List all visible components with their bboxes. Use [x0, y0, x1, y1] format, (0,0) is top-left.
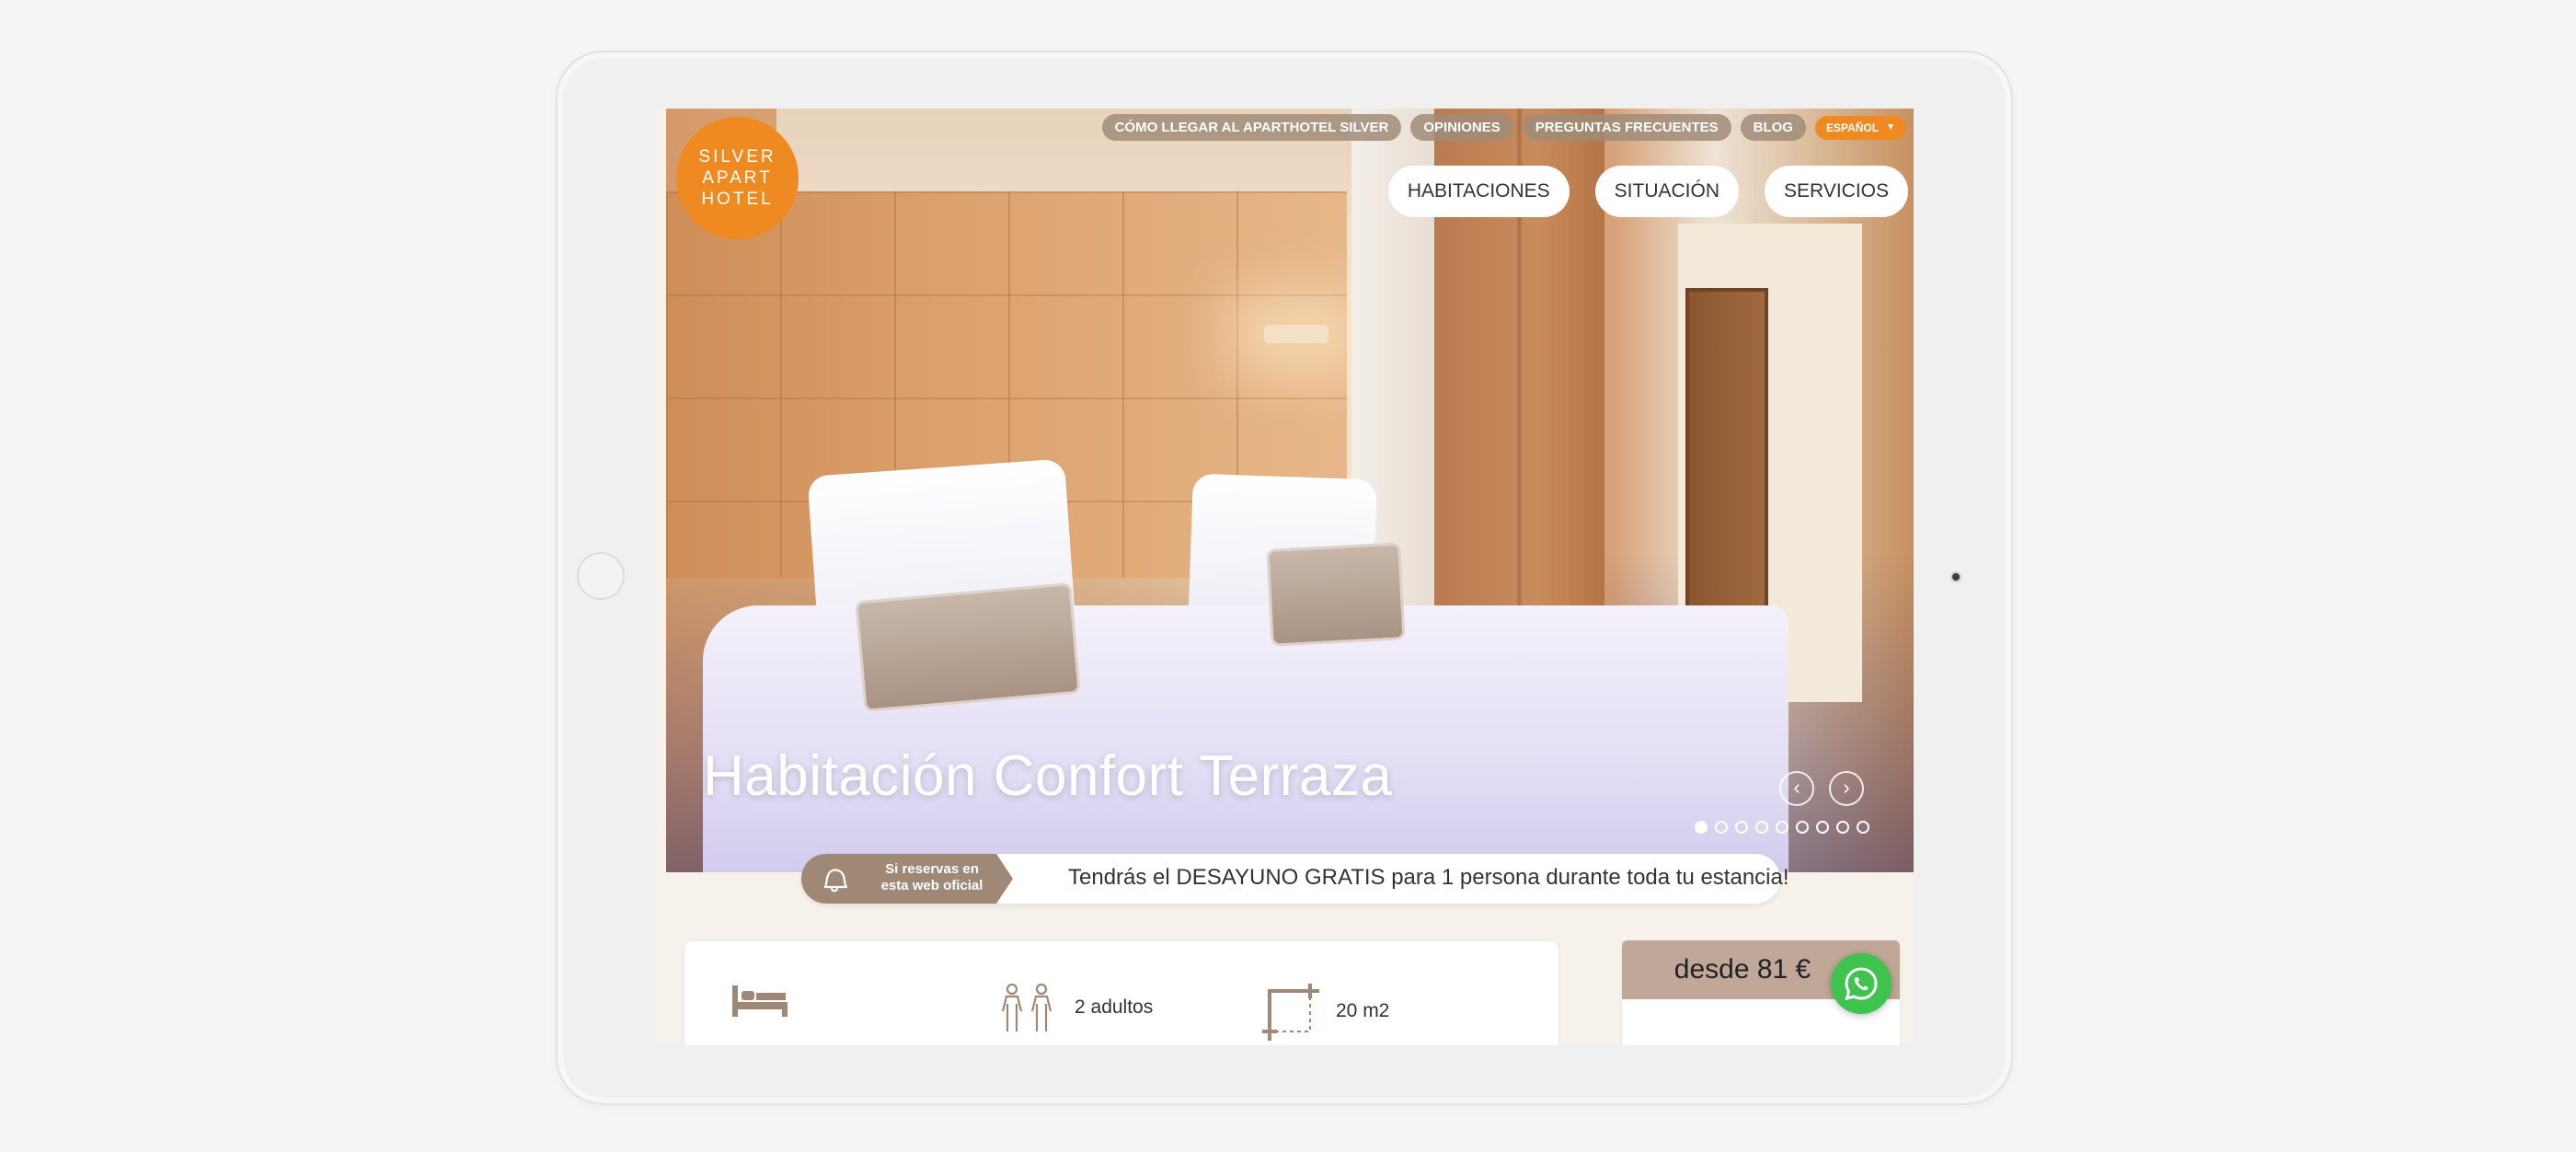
hero-photo-cushion: [1266, 542, 1406, 647]
hero-photo-cushion: [855, 582, 1081, 713]
link-directions[interactable]: CÓMO LLEGAR AL APARTHOTEL SILVER: [1101, 114, 1402, 141]
bell-icon: [823, 869, 848, 893]
slider-dot[interactable]: [1715, 821, 1728, 834]
hero-title: Habitación Confort Terraza: [703, 744, 1393, 808]
slider-dot[interactable]: [1857, 821, 1869, 834]
slider-dot[interactable]: [1755, 821, 1768, 834]
bed-icon: [732, 985, 788, 1017]
caret-down-icon: ▼: [1886, 122, 1895, 132]
slider-prev-button[interactable]: ‹: [1779, 771, 1814, 806]
hero-photo-door: [1685, 288, 1768, 647]
guests-label: 2 adultos: [1075, 996, 1154, 1018]
whatsapp-button[interactable]: [1831, 953, 1892, 1014]
logo-line: HOTEL: [701, 190, 774, 209]
nav-location[interactable]: SITUACIÓN: [1594, 166, 1740, 217]
slider-dot[interactable]: [1836, 821, 1849, 834]
promo-tag-line: Si reservas en: [885, 861, 979, 877]
link-reviews[interactable]: OPINIONES: [1410, 114, 1513, 141]
two-people-icon: [1001, 983, 1052, 1031]
room-features-card: 2 adultos 20 m2: [684, 941, 1558, 1045]
slider-dots: [1695, 821, 1869, 834]
feature-guests: 2 adultos: [995, 982, 1153, 1033]
language-selector[interactable]: ESPAÑOL ▼: [1814, 115, 1906, 140]
whatsapp-icon: [1845, 967, 1878, 1001]
tablet-camera: [1950, 571, 1961, 582]
promo-message: Tendrás el DESAYUNO GRATIS para 1 person…: [1068, 865, 1789, 890]
link-blog[interactable]: BLOG: [1740, 114, 1806, 141]
slider-dot[interactable]: [1735, 821, 1748, 834]
slider-dot[interactable]: [1695, 821, 1708, 834]
link-faq[interactable]: PREGUNTAS FRECUENTES: [1522, 114, 1731, 141]
top-links-bar: CÓMO LLEGAR AL APARTHOTEL SILVER OPINION…: [1101, 114, 1906, 141]
feature-size: 20 m2: [1260, 982, 1389, 1041]
main-nav: HABITACIONES SITUACIÓN SERVICIOS: [1387, 166, 1908, 217]
slider-next-button[interactable]: ›: [1829, 771, 1864, 806]
nav-rooms[interactable]: HABITACIONES: [1387, 166, 1570, 217]
size-label: 20 m2: [1336, 1000, 1390, 1021]
promo-tag: Si reservas en esta web oficial: [801, 854, 1013, 904]
nav-services[interactable]: SERVICIOS: [1765, 166, 1908, 217]
promo-tag-text: Si reservas en esta web oficial: [877, 861, 987, 894]
slider-dot[interactable]: [1816, 821, 1829, 834]
hero-photo-lamp: [1264, 325, 1328, 343]
promo-banner: Si reservas en esta web oficial Tendrás …: [801, 854, 1789, 904]
promo-tag-line: esta web oficial: [880, 878, 983, 893]
hero-slider: Habitación Confort Terraza ‹ ›: [666, 109, 1914, 872]
language-label: ESPAÑOL: [1825, 121, 1880, 134]
hotel-logo[interactable]: SILVER APART HOTEL: [676, 117, 799, 239]
chevron-left-icon: ‹: [1793, 776, 1800, 799]
tablet-home-button: [577, 552, 625, 600]
chevron-right-icon: ›: [1843, 776, 1850, 799]
slider-dot[interactable]: [1776, 821, 1788, 834]
feature-bed: [730, 982, 789, 1019]
website-screen: Habitación Confort Terraza ‹ › SILVER AP…: [657, 109, 1914, 1045]
slider-dot[interactable]: [1796, 821, 1809, 834]
logo-line: SILVER: [698, 147, 776, 167]
floor-plan-icon: [1262, 984, 1319, 1041]
logo-line: APART: [702, 168, 773, 188]
